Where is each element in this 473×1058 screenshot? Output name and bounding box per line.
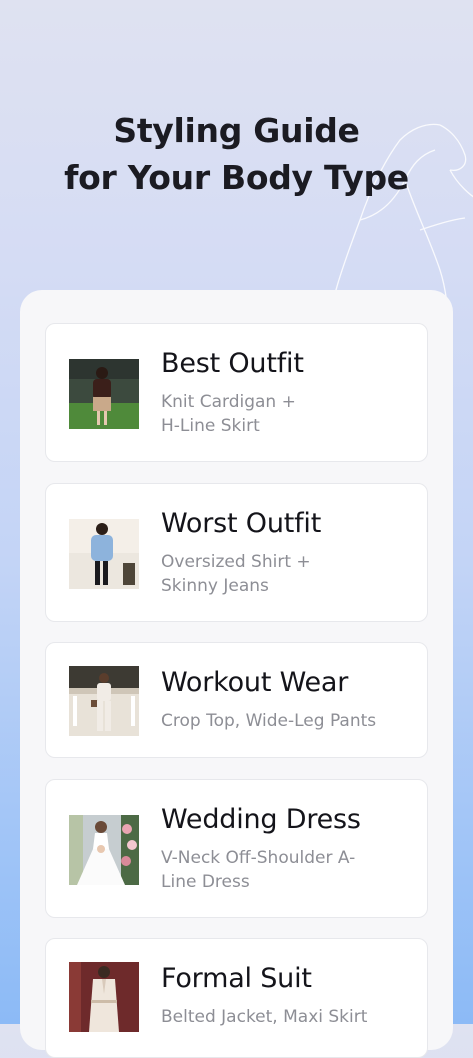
page-title-line1: Styling Guide [113,111,360,150]
card-description: Knit Cardigan + H-Line Skirt [161,392,296,436]
card-title: Worst Outfit [161,508,322,539]
card-formal-suit[interactable]: Formal Suit Belted Jacket, Maxi Skirt [45,938,428,1058]
card-workout-wear[interactable]: Workout Wear Crop Top, Wide-Leg Pants [45,642,428,758]
card-title: Workout Wear [161,667,349,698]
card-worst-outfit[interactable]: Worst Outfit Oversized Shirt + Skinny Je… [45,483,428,622]
card-wedding-dress[interactable]: Wedding Dress V-Neck Off-Shoulder A- Lin… [45,779,428,918]
outfit-photo [69,666,139,736]
card-description: Belted Jacket, Maxi Skirt [161,1007,368,1027]
card-title: Formal Suit [161,963,312,994]
card-title: Wedding Dress [161,804,361,835]
card-description: Crop Top, Wide-Leg Pants [161,711,377,731]
outfit-photo [69,519,139,589]
card-title: Best Outfit [161,348,304,379]
outfit-photo [69,359,139,429]
outfit-photo [69,815,139,885]
outfit-photo [69,962,139,1032]
page-title-line2: for Your Body Type [64,158,409,197]
card-description: V-Neck Off-Shoulder A- Line Dress [161,848,356,892]
card-description: Oversized Shirt + Skinny Jeans [161,552,311,596]
card-best-outfit[interactable]: Best Outfit Knit Cardigan + H-Line Skirt [45,323,428,462]
